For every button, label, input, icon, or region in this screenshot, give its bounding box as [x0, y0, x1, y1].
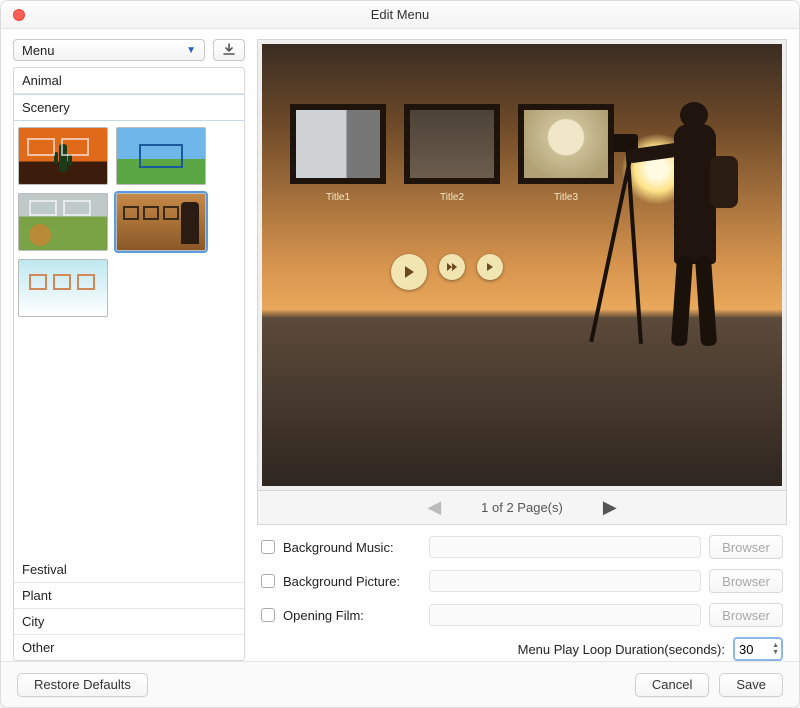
stepper-buttons[interactable]: ▲▼: [772, 642, 781, 656]
next-icon: [485, 262, 495, 272]
bg-picture-checkbox[interactable]: [261, 574, 275, 588]
loop-duration-stepper[interactable]: ▲▼: [733, 637, 783, 661]
opening-film-input[interactable]: [429, 604, 701, 626]
edit-menu-window: Edit Menu Menu ▼ Animal Scenery: [0, 0, 800, 708]
category-item-animal[interactable]: Animal: [14, 68, 244, 94]
category-list: Animal Scenery: [13, 67, 245, 661]
cancel-button[interactable]: Cancel: [635, 673, 709, 697]
chevron-down-icon: ▼: [186, 45, 196, 56]
option-row-opening-film: Opening Film: Browser: [261, 603, 783, 627]
restore-defaults-button[interactable]: Restore Defaults: [17, 673, 148, 697]
title-slot-2[interactable]: [404, 104, 500, 184]
bg-picture-browse-button[interactable]: Browser: [709, 569, 783, 593]
page-navigator: ◀ 1 of 2 Page(s) ▶: [257, 491, 787, 525]
opening-film-label: Opening Film:: [283, 608, 421, 623]
bg-music-checkbox[interactable]: [261, 540, 275, 554]
play-button[interactable]: [391, 254, 427, 290]
bg-picture-input[interactable]: [429, 570, 701, 592]
loop-duration-input[interactable]: [735, 641, 765, 658]
category-item-scenery[interactable]: Scenery: [14, 94, 244, 121]
template-thumb[interactable]: [116, 127, 206, 185]
sidebar-top-controls: Menu ▼: [13, 39, 245, 61]
title-slot-3[interactable]: [518, 104, 614, 184]
loop-duration-row: Menu Play Loop Duration(seconds): ▲▼: [261, 637, 783, 661]
next-page-button[interactable]: ▶: [603, 497, 617, 518]
opening-film-checkbox[interactable]: [261, 608, 275, 622]
template-category-select[interactable]: Menu ▼: [13, 39, 205, 61]
template-thumb[interactable]: [18, 259, 108, 317]
loop-duration-label: Menu Play Loop Duration(seconds):: [518, 642, 725, 657]
next-button[interactable]: [477, 254, 503, 280]
option-row-bg-picture: Background Picture: Browser: [261, 569, 783, 593]
title-label-1: Title1: [290, 192, 386, 203]
category-item-city[interactable]: City: [14, 609, 244, 635]
download-templates-button[interactable]: [213, 39, 245, 61]
bg-music-label: Background Music:: [283, 540, 421, 555]
bg-music-input[interactable]: [429, 536, 701, 558]
title-label-3: Title3: [518, 192, 614, 203]
option-row-bg-music: Background Music: Browser: [261, 535, 783, 559]
combo-value: Menu: [22, 43, 55, 58]
preview-container: Title1 Title2 Title3: [257, 39, 787, 491]
template-thumbnails: [14, 121, 244, 557]
sidebar: Menu ▼ Animal Scenery: [13, 39, 245, 661]
category-item-other[interactable]: Other: [14, 635, 244, 660]
save-button[interactable]: Save: [719, 673, 783, 697]
preview-playback-controls: [262, 254, 632, 290]
body: Menu ▼ Animal Scenery: [1, 29, 799, 661]
menu-options: Background Music: Browser Background Pic…: [257, 525, 787, 661]
title-label-2: Title2: [404, 192, 500, 203]
prev-page-button[interactable]: ◀: [427, 497, 441, 518]
bg-music-browse-button[interactable]: Browser: [709, 535, 783, 559]
play-icon: [401, 264, 417, 280]
main-panel: Title1 Title2 Title3: [257, 39, 787, 661]
window-title: Edit Menu: [1, 7, 799, 22]
template-thumb[interactable]: [18, 193, 108, 251]
fast-forward-button[interactable]: [439, 254, 465, 280]
page-indicator: 1 of 2 Page(s): [481, 500, 563, 515]
template-thumb-selected[interactable]: [116, 193, 206, 251]
photographer-silhouette: [644, 84, 754, 354]
title-slot-1[interactable]: [290, 104, 386, 184]
bg-picture-label: Background Picture:: [283, 574, 421, 589]
opening-film-browse-button[interactable]: Browser: [709, 603, 783, 627]
template-thumb[interactable]: [18, 127, 108, 185]
dialog-footer: Restore Defaults Cancel Save: [1, 661, 799, 707]
category-item-plant[interactable]: Plant: [14, 583, 244, 609]
fast-forward-icon: [446, 261, 458, 273]
preview-title-frames: Title1 Title2 Title3: [290, 104, 614, 184]
titlebar: Edit Menu: [1, 1, 799, 29]
download-icon: [222, 43, 236, 57]
menu-preview: Title1 Title2 Title3: [262, 44, 782, 486]
category-item-festival[interactable]: Festival: [14, 557, 244, 583]
